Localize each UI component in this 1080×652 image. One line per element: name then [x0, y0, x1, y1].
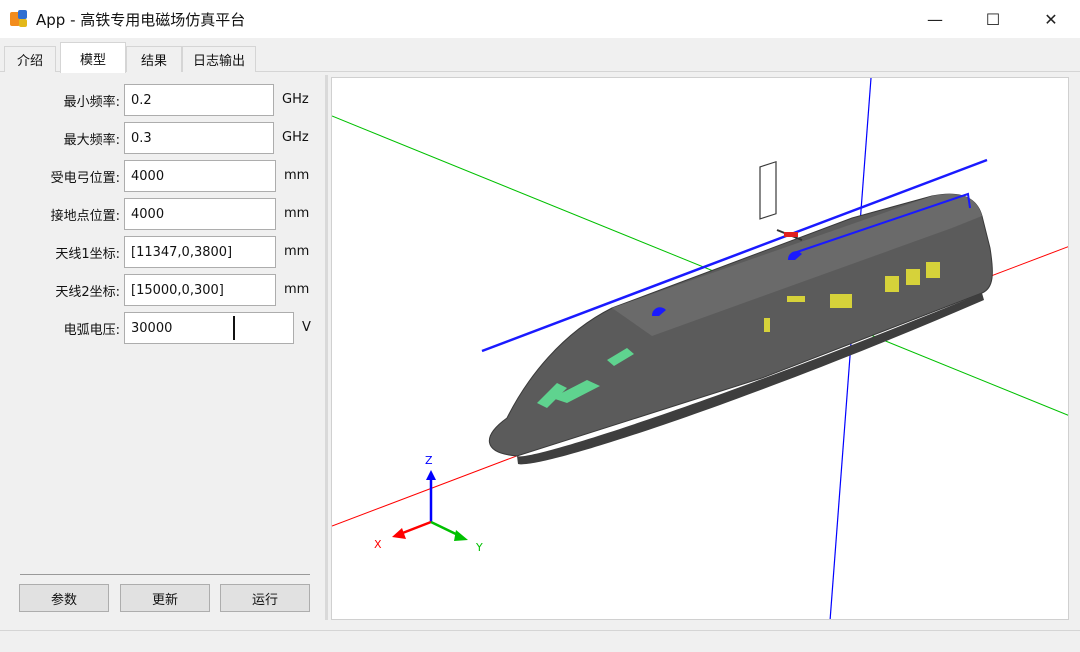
triad-z-arrow [426, 470, 436, 480]
antenna1-input[interactable] [124, 236, 276, 268]
pantograph-pos-input[interactable] [124, 160, 276, 192]
window-title: App - 高铁专用电磁场仿真平台 [36, 10, 246, 29]
pantograph-pos-unit: mm [284, 168, 310, 183]
antenna1-label: 天线1坐标: [55, 247, 120, 262]
max-freq-label: 最大频率: [63, 133, 120, 148]
min-freq-input[interactable] [124, 84, 274, 116]
train-window-2 [885, 276, 899, 292]
max-freq-row: 最大频率: GHz [8, 122, 322, 154]
antenna2-label: 天线2坐标: [55, 285, 120, 300]
arc-voltage-unit: V [302, 320, 311, 335]
ground-pos-unit: mm [284, 206, 310, 221]
app-logo-icon [10, 10, 28, 28]
min-freq-unit: GHz [282, 92, 309, 107]
triad-y-arrow [454, 530, 468, 541]
triad-x-arrow [392, 528, 406, 539]
tab-log-output[interactable]: 日志输出 [182, 46, 256, 72]
pantograph-pos-row: 受电弓位置: mm [8, 160, 322, 192]
pantograph-pos-label: 受电弓位置: [50, 171, 120, 186]
ground-pos-input[interactable] [124, 198, 276, 230]
train-door [759, 160, 777, 220]
pantograph-head [784, 232, 798, 237]
train-window-6 [764, 318, 770, 332]
min-freq-label: 最小频率: [63, 95, 120, 110]
antenna2-input[interactable] [124, 274, 276, 306]
tab-results[interactable]: 结果 [126, 46, 182, 72]
params-button[interactable]: 参数 [19, 584, 109, 612]
button-separator [20, 574, 310, 575]
scene-canvas: Z X Y [332, 78, 1068, 619]
min-freq-row: 最小频率: GHz [8, 84, 322, 116]
max-freq-input[interactable] [124, 122, 274, 154]
antenna2-row: 天线2坐标: mm [8, 274, 322, 306]
triad-x-label: X [374, 538, 382, 551]
tab-model[interactable]: 模型 [60, 42, 126, 73]
train-window-3 [906, 269, 920, 285]
text-cursor [233, 316, 235, 340]
triad-y-label: Y [475, 541, 483, 554]
status-bar [0, 630, 1080, 652]
run-button[interactable]: 运行 [220, 584, 310, 612]
title-bar: App - 高铁专用电磁场仿真平台 — ☐ ✕ [0, 0, 1080, 38]
3d-viewport[interactable]: Z X Y [331, 77, 1069, 620]
antenna2-unit: mm [284, 282, 310, 297]
triad-x-line [399, 520, 432, 536]
arc-voltage-input[interactable] [124, 312, 294, 344]
maximize-button[interactable]: ☐ [964, 0, 1022, 38]
tab-intro[interactable]: 介绍 [4, 46, 56, 72]
panel-splitter[interactable] [325, 75, 328, 620]
parameter-panel: 最小频率: GHz 最大频率: GHz 受电弓位置: mm 接地点位置: mm … [8, 72, 322, 620]
minimize-button[interactable]: — [906, 0, 964, 38]
triad-z-label: Z [425, 454, 433, 467]
ground-pos-label: 接地点位置: [50, 209, 120, 224]
update-button[interactable]: 更新 [120, 584, 210, 612]
close-button[interactable]: ✕ [1022, 0, 1080, 38]
train-window-1 [830, 294, 852, 308]
tab-strip: 介绍 模型 结果 日志输出 [0, 38, 1080, 73]
train-model [489, 160, 993, 465]
arc-voltage-row: 电弧电压: V [8, 312, 322, 344]
antenna1-row: 天线1坐标: mm [8, 236, 322, 268]
arc-voltage-label: 电弧电压: [63, 323, 120, 338]
ground-pos-row: 接地点位置: mm [8, 198, 322, 230]
antenna1-unit: mm [284, 244, 310, 259]
train-window-4 [926, 262, 940, 278]
max-freq-unit: GHz [282, 130, 309, 145]
train-window-5 [787, 296, 805, 302]
